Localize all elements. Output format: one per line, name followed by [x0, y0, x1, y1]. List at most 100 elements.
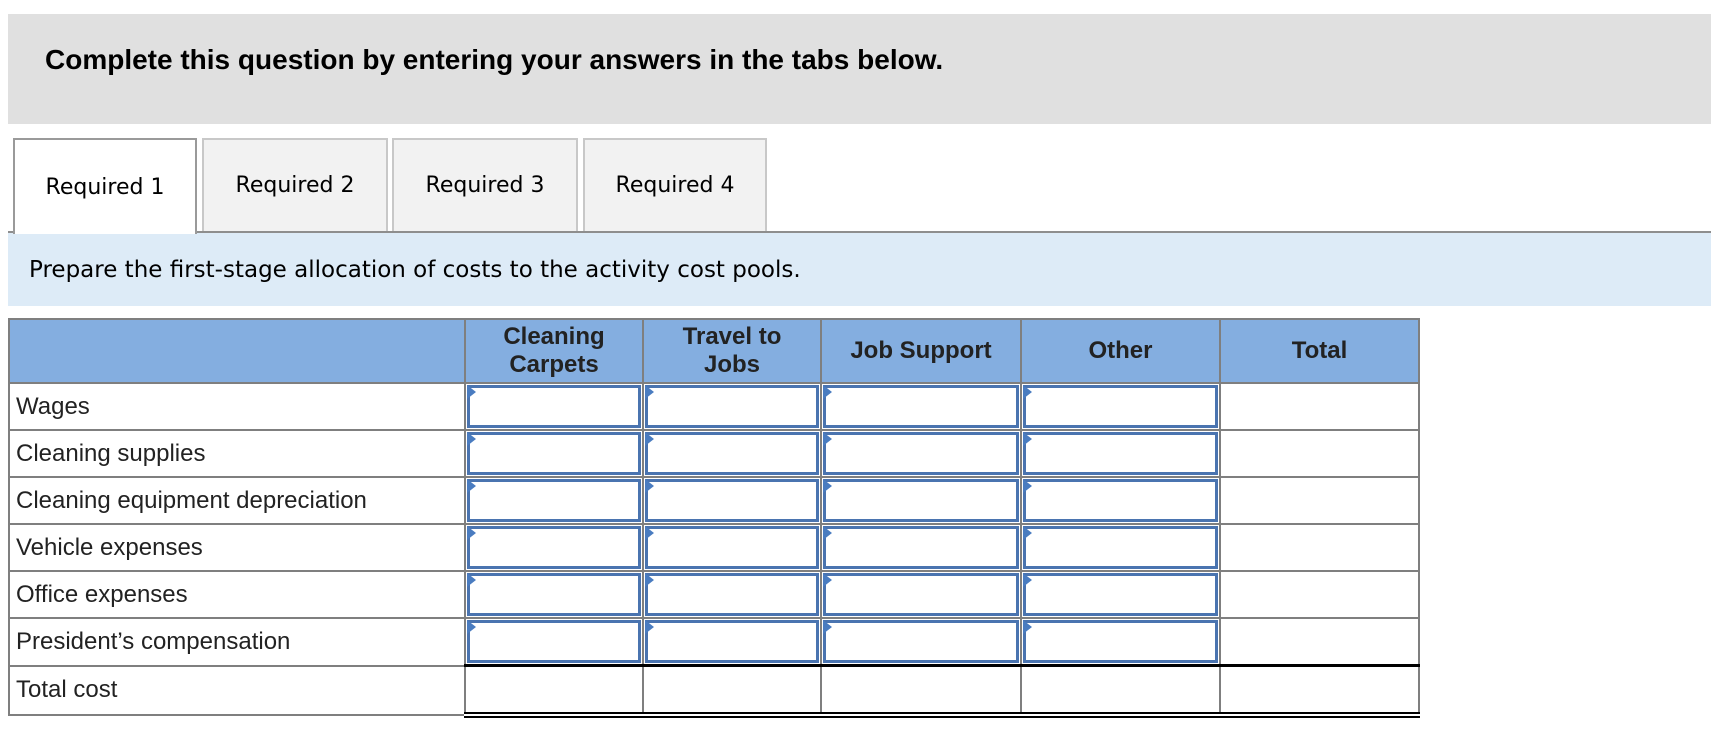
cell-travel-to-jobs [642, 570, 822, 619]
input-job-support[interactable] [823, 479, 1019, 522]
row-label: Vehicle expenses [8, 523, 466, 572]
cell-other [1020, 617, 1221, 667]
input-cleaning-carpets[interactable] [467, 620, 641, 663]
instruction-panel: Prepare the first-stage allocation of co… [8, 233, 1711, 306]
input-marker-icon [645, 526, 654, 540]
row-total-cell [1219, 570, 1420, 619]
total-total [1219, 664, 1420, 718]
input-cleaning-carpets[interactable] [467, 573, 641, 616]
total-cost-label: Total cost [8, 664, 466, 716]
input-job-support[interactable] [823, 620, 1019, 663]
input-marker-icon [1023, 479, 1032, 493]
input-marker-icon [467, 526, 476, 540]
header-blank [8, 318, 466, 384]
input-cleaning-carpets[interactable] [467, 479, 641, 522]
cell-other [1020, 570, 1221, 619]
input-marker-icon [645, 620, 654, 634]
row-label: President’s compensation [8, 617, 466, 667]
cell-other [1020, 476, 1221, 525]
cell-cleaning-carpets [464, 570, 644, 619]
cell-travel-to-jobs [642, 617, 822, 667]
input-cleaning-carpets[interactable] [467, 432, 641, 475]
input-other[interactable] [1023, 573, 1218, 616]
cell-other [1020, 382, 1221, 431]
input-marker-icon [467, 573, 476, 587]
cell-cleaning-carpets [464, 476, 644, 525]
row-total-cell [1219, 382, 1420, 431]
input-cleaning-carpets[interactable] [467, 385, 641, 428]
table-row: Office expenses [8, 570, 1420, 619]
row-total-cell [1219, 523, 1420, 572]
input-job-support[interactable] [823, 573, 1019, 616]
input-job-support[interactable] [823, 385, 1019, 428]
cell-job-support [820, 476, 1022, 525]
total-job-support [820, 664, 1022, 718]
instructions-banner: Complete this question by entering your … [8, 14, 1711, 124]
input-travel-to-jobs[interactable] [645, 620, 819, 663]
table-row: President’s compensation [8, 617, 1420, 667]
total-other [1020, 664, 1221, 718]
input-travel-to-jobs[interactable] [645, 479, 819, 522]
header-cleaning-carpets: Cleaning Carpets [464, 318, 644, 384]
input-marker-icon [645, 479, 654, 493]
row-label: Cleaning equipment depreciation [8, 476, 466, 525]
cell-cleaning-carpets [464, 429, 644, 478]
total-cleaning-carpets [464, 664, 644, 718]
input-other[interactable] [1023, 479, 1218, 522]
input-marker-icon [823, 479, 832, 493]
table-row: Cleaning equipment depreciation [8, 476, 1420, 525]
total-travel-to-jobs [642, 664, 822, 718]
input-marker-icon [823, 526, 832, 540]
cell-job-support [820, 429, 1022, 478]
input-travel-to-jobs[interactable] [645, 385, 819, 428]
input-job-support[interactable] [823, 432, 1019, 475]
input-other[interactable] [1023, 385, 1218, 428]
cell-job-support [820, 570, 1022, 619]
cell-job-support [820, 617, 1022, 667]
row-total-cell [1219, 617, 1420, 667]
input-marker-icon [1023, 573, 1032, 587]
input-cleaning-carpets[interactable] [467, 526, 641, 569]
row-total-cell [1219, 429, 1420, 478]
input-travel-to-jobs[interactable] [645, 432, 819, 475]
cell-travel-to-jobs [642, 382, 822, 431]
tab-required-1[interactable]: Required 1 [13, 138, 197, 234]
input-other[interactable] [1023, 526, 1218, 569]
input-job-support[interactable] [823, 526, 1019, 569]
header-travel-to-jobs: Travel to Jobs [642, 318, 822, 384]
header-other: Other [1020, 318, 1221, 384]
input-other[interactable] [1023, 432, 1218, 475]
header-row: Cleaning Carpets Travel to Jobs Job Supp… [8, 318, 1420, 384]
cell-travel-to-jobs [642, 523, 822, 572]
cell-other [1020, 523, 1221, 572]
cell-cleaning-carpets [464, 382, 644, 431]
tab-required-2[interactable]: Required 2 [202, 138, 388, 231]
input-travel-to-jobs[interactable] [645, 526, 819, 569]
input-marker-icon [1023, 432, 1032, 446]
input-marker-icon [467, 479, 476, 493]
tab-required-3[interactable]: Required 3 [392, 138, 578, 231]
input-marker-icon [1023, 526, 1032, 540]
input-other[interactable] [1023, 620, 1218, 663]
table-row: Vehicle expenses [8, 523, 1420, 572]
row-total-cell [1219, 476, 1420, 525]
allocation-table: Cleaning Carpets Travel to Jobs Job Supp… [8, 318, 1420, 718]
tab-required-4[interactable]: Required 4 [583, 138, 767, 231]
input-marker-icon [645, 385, 654, 399]
total-cost-row: Total cost [8, 664, 1420, 718]
input-marker-icon [823, 432, 832, 446]
input-marker-icon [645, 432, 654, 446]
input-marker-icon [823, 620, 832, 634]
header-total: Total [1219, 318, 1420, 384]
cell-other [1020, 429, 1221, 478]
input-marker-icon [823, 573, 832, 587]
input-marker-icon [467, 432, 476, 446]
row-label: Cleaning supplies [8, 429, 466, 478]
instruction-text: Prepare the first-stage allocation of co… [29, 257, 801, 283]
input-travel-to-jobs[interactable] [645, 573, 819, 616]
cell-job-support [820, 523, 1022, 572]
cell-cleaning-carpets [464, 523, 644, 572]
row-label: Office expenses [8, 570, 466, 619]
cell-cleaning-carpets [464, 617, 644, 667]
banner-title: Complete this question by entering your … [45, 44, 944, 75]
